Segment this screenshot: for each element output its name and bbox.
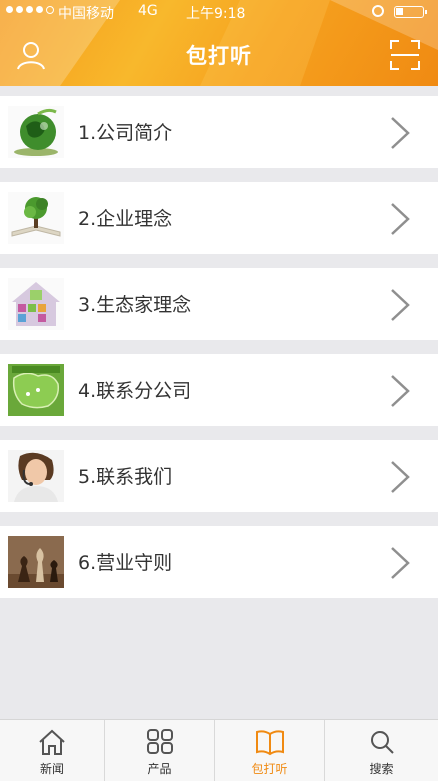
tab-news[interactable]: 新闻 <box>0 720 104 781</box>
tab-search[interactable]: 搜索 <box>325 720 438 781</box>
chess-thumbnail <box>8 536 64 588</box>
chevron-right-icon <box>391 289 410 321</box>
menu-item-label: 4.联系分公司 <box>78 380 192 402</box>
menu-item-label: 2.企业理念 <box>78 208 173 230</box>
globe-plant-thumbnail <box>8 106 64 158</box>
operator-thumbnail <box>8 450 64 502</box>
status-bar: 中国移动 4G 上午9:18 <box>0 0 438 24</box>
menu-item-contact-us[interactable]: 5.联系我们 <box>0 440 438 512</box>
signal-strength-icon <box>6 6 54 14</box>
tab-inquiry[interactable]: 包打听 <box>215 720 324 781</box>
carrier-name: 中国移动 <box>58 6 114 22</box>
chevron-right-icon <box>391 375 410 407</box>
chevron-right-icon <box>391 547 410 579</box>
battery-icon <box>394 6 427 18</box>
chevron-right-icon <box>391 117 410 149</box>
page-title: 包打听 <box>186 44 252 68</box>
tab-label: 搜索 <box>369 762 394 776</box>
menu-item-label: 3.生态家理念 <box>78 294 192 316</box>
menu-item-company-intro[interactable]: 1.公司简介 <box>0 96 438 168</box>
tree-book-thumbnail <box>8 192 64 244</box>
menu-item-label: 5.联系我们 <box>78 466 173 488</box>
tab-label: 产品 <box>147 762 172 776</box>
tab-label: 包打听 <box>251 762 288 776</box>
status-time: 上午9:18 <box>186 6 246 22</box>
alarm-icon <box>372 5 384 17</box>
chevron-right-icon <box>391 203 410 235</box>
scan-button[interactable] <box>388 38 422 72</box>
search-icon <box>370 731 394 754</box>
tab-label: 新闻 <box>39 762 64 776</box>
scan-icon <box>390 40 420 70</box>
tab-products[interactable]: 产品 <box>105 720 214 781</box>
book-icon <box>255 730 284 756</box>
menu-item-eco-home-philosophy[interactable]: 3.生态家理念 <box>0 268 438 340</box>
map-thumbnail <box>8 364 64 416</box>
house-thumbnail <box>8 278 64 330</box>
menu-item-label: 1.公司简介 <box>78 122 173 144</box>
home-icon <box>39 729 65 755</box>
menu-item-contact-branches[interactable]: 4.联系分公司 <box>0 354 438 426</box>
app-header: 中国移动 4G 上午9:18 包打听 <box>0 0 438 86</box>
bottom-tab-bar: 新闻 产品 包打听 搜索 <box>0 719 438 781</box>
chevron-right-icon <box>391 461 410 493</box>
menu-item-corporate-philosophy[interactable]: 2.企业理念 <box>0 182 438 254</box>
menu-item-business-rules[interactable]: 6.营业守则 <box>0 526 438 598</box>
grid-icon <box>146 729 173 754</box>
menu-item-label: 6.营业守则 <box>78 552 173 574</box>
network-type: 4G <box>138 3 158 19</box>
